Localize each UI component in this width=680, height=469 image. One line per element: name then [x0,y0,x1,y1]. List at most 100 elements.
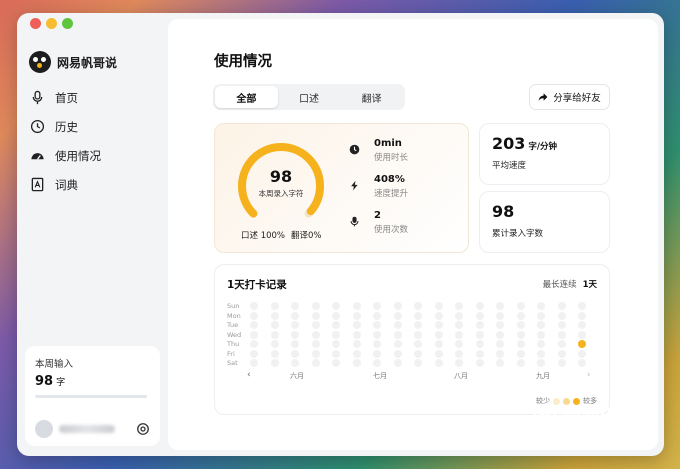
checkin-day-cell [434,340,443,348]
sidebar: 网易帆哥说 首页 历史 使用情况 词典 本周输入 98 字 [17,13,168,456]
brand: 网易帆哥说 [29,51,117,73]
next-range-button[interactable]: › [587,370,591,380]
checkin-day-cell [516,349,525,358]
checkin-title: 1天打卡记录 [227,279,287,291]
longest-streak: 最长连续 1天 [543,278,597,290]
checkin-day-cell [311,311,320,320]
checkin-day-cell [352,302,361,310]
checkin-day-cell [270,359,279,367]
watermark-subtext: IPLAYSOFT.COM [563,429,631,437]
checkin-day-cell [250,321,258,329]
sidebar-item-usage[interactable]: 使用情况 [30,141,101,170]
avg-speed-label: 平均速度 [492,161,527,171]
checkin-day-cell [352,340,361,348]
weekday-labels: Sun Mon Tue Wed Thu Fri Sat [227,302,241,369]
translation-share: 翻译0% [291,231,322,241]
username-redacted [59,425,115,433]
settings-icon[interactable] [136,422,150,436]
sidebar-item-label: 首页 [55,90,78,105]
weekday-label: Mon [227,311,241,320]
checkin-day-cell [475,311,484,320]
checkin-day-cell [332,311,340,320]
checkin-day-cell [578,340,586,348]
weekly-input-bar [35,395,147,398]
metric-label: 使用次数 [374,225,409,235]
checkin-day-cell [291,349,299,358]
metric-value: 2 [374,210,381,221]
checkin-day-cell [516,321,525,329]
sidebar-item-label: 词典 [55,177,78,192]
checkin-day-cell [434,359,443,367]
tab-all[interactable]: 全部 [215,86,278,108]
checkin-day-cell [393,330,402,339]
prev-range-button[interactable]: ‹ [247,370,251,380]
checkin-day-cell [291,321,299,329]
checkin-day-cell [434,321,443,329]
month-label: 六月 [290,372,304,380]
checkin-day-cell [270,321,279,329]
checkin-card: 1天打卡记录 最长连续 1天 Sun Mon Tue Wed Thu Fri S… [214,264,610,415]
streak-value: 1天 [582,280,597,290]
checkin-day-cell [332,340,340,348]
gauge-icon [31,153,44,160]
checkin-day-cell [455,340,463,348]
share-button[interactable]: 分享给好友 [529,84,610,110]
checkin-day-cell [373,330,381,339]
gauge-label: 本周录入字符 [258,189,304,198]
metric-label: 速度提升 [374,189,409,199]
checkin-day-cell [332,321,340,329]
checkin-day-cell [496,359,504,367]
checkin-day-cell [250,330,258,339]
sidebar-item-home[interactable]: 首页 [30,83,101,112]
checkin-day-cell [352,311,361,320]
metric-sessions: 2 使用次数 [349,210,408,235]
tab-translation[interactable]: 翻译 [340,86,403,108]
checkin-day-cell [537,321,545,329]
watermark-logo-icon [533,405,557,424]
sidebar-item-dictionary[interactable]: 词典 [30,170,101,199]
checkin-day-cell [332,349,340,358]
sidebar-item-history[interactable]: 历史 [30,112,101,141]
weekly-chars-gauge [238,143,324,218]
checkin-day-cell [578,359,586,367]
checkin-day-cell [557,330,566,339]
dictation-share: 口述 100% [241,231,286,241]
watermark: 异次元 IPLAYSOFT.COM [533,402,631,437]
checkin-day-cell [557,349,566,358]
sidebar-item-label: 使用情况 [55,148,101,163]
weekly-input-card: 本周输入 98 字 [25,346,160,446]
checkin-day-cell [332,330,340,339]
checkin-day-cell [291,330,299,339]
checkin-day-cell [352,359,361,367]
app-name: 网易帆哥说 [57,55,118,70]
checkin-day-cell [373,349,381,358]
checkin-day-cell [250,340,258,348]
checkin-day-cell [311,340,320,348]
checkin-day-cell [352,330,361,339]
checkin-day-cell [311,302,320,310]
tab-dictation[interactable]: 口述 [278,86,341,108]
checkin-day-cell [516,340,525,348]
checkin-day-cell [455,311,463,320]
mic-icon [32,90,43,105]
checkin-day-cell [311,349,320,358]
checkin-day-cell [414,359,422,367]
weekly-input-label: 本周输入 [35,359,74,370]
weekday-label: Sat [227,359,238,367]
gauge-breakdown: 口述 100% 翻译0% [241,229,322,241]
metric-value: 408% [374,174,405,185]
main-panel: 使用情况 全部 口述 翻译 分享给好友 98 本周录入字符 口述 100% 翻译… [168,19,658,450]
watermark-text: 异次元 [562,406,620,428]
checkin-day-cell [434,311,443,320]
checkin-day-cell [414,311,422,320]
checkin-day-cell [434,330,443,339]
checkin-day-cell [516,330,525,339]
checkin-day-cell [414,321,422,329]
avatar[interactable] [35,420,53,438]
checkin-day-cell [332,302,340,310]
checkin-day-cell [537,302,545,310]
checkin-day-cell [455,302,463,310]
app-window: 网易帆哥说 首页 历史 使用情况 词典 本周输入 98 字 使用情况 全部 口述… [17,13,664,456]
checkin-day-cell [332,359,340,367]
month-label: 七月 [373,372,387,380]
